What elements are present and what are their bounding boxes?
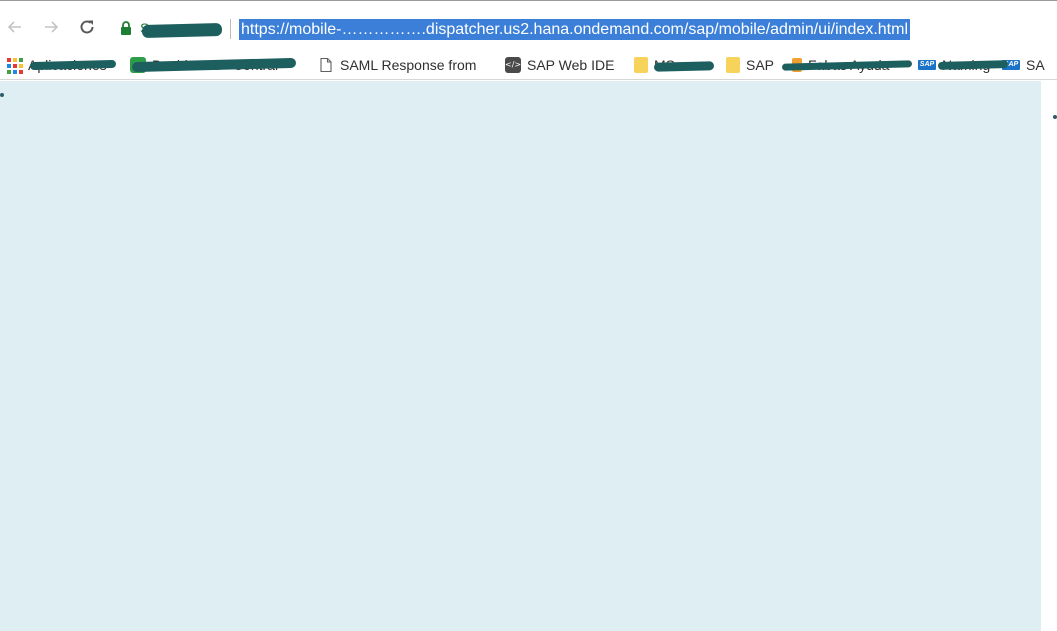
address-separator: [230, 19, 231, 39]
bookmark-label: SAP: [746, 57, 775, 73]
forward-arrow-icon: [45, 21, 59, 33]
redaction-mark: [653, 61, 715, 72]
redaction-mark: [141, 22, 223, 39]
bookmarks-bar: Aplicaciones Dashboard - Central SAML Re…: [0, 50, 1057, 80]
web-ide-icon: </>: [505, 57, 521, 73]
url-text[interactable]: https://mobile-…………….dispatcher.us2.hana…: [239, 19, 910, 40]
loading-dot: [1053, 115, 1057, 119]
bookmark-saml-response[interactable]: SAML Response from: [318, 54, 476, 76]
folder-icon: [726, 57, 740, 73]
forward-button[interactable]: [40, 15, 62, 39]
reload-icon: [80, 20, 94, 34]
bookmark-label: SAP Web IDE: [527, 57, 615, 73]
bookmark-sap-web-ide[interactable]: </> SAP Web IDE: [505, 54, 614, 76]
back-arrow-icon: [7, 21, 21, 33]
folder-icon: [634, 57, 648, 73]
reload-button[interactable]: [76, 15, 98, 39]
lock-icon: [121, 21, 131, 35]
address-bar[interactable]: Seguro https://mobile-…………….dispatcher.u…: [112, 15, 1052, 43]
scrollbar-gutter[interactable]: [1041, 81, 1057, 631]
sap-logo-icon: SAP: [918, 60, 936, 70]
page-icon: [320, 57, 332, 73]
bookmark-sa[interactable]: SAP SA: [1002, 54, 1045, 76]
browser-window: Seguro https://mobile-…………….dispatcher.u…: [0, 0, 1057, 631]
browser-toolbar: Seguro https://mobile-…………….dispatcher.u…: [0, 0, 1057, 50]
loading-dot: [0, 93, 4, 97]
bookmark-sap[interactable]: SAP: [726, 54, 774, 76]
bookmark-label: SAML Response from: [340, 57, 477, 73]
redaction-mark: [937, 60, 1009, 70]
page-content: [0, 81, 1041, 631]
back-button[interactable]: [4, 15, 26, 39]
bookmark-label: SA: [1026, 57, 1045, 73]
apps-grid-icon: [6, 57, 23, 74]
